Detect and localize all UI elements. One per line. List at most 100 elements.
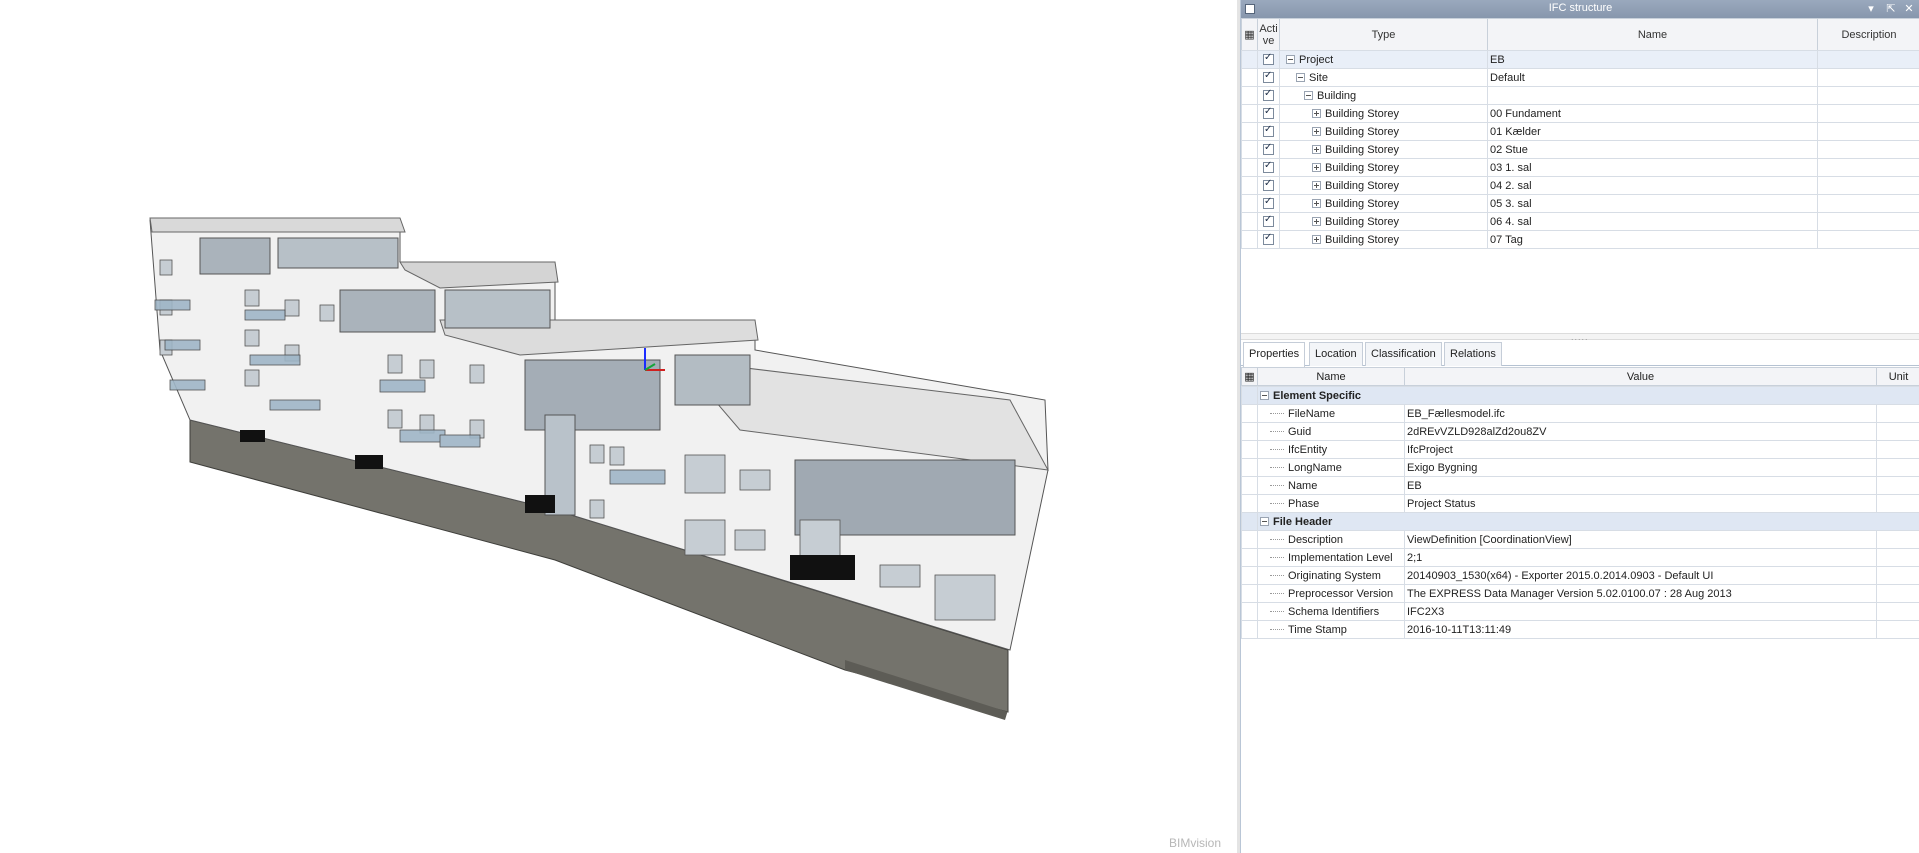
property-value-cell[interactable]: Exigo Bygning bbox=[1404, 458, 1877, 477]
active-cell[interactable] bbox=[1257, 122, 1280, 141]
property-row[interactable]: Implementation Level 2;1 bbox=[1241, 548, 1919, 567]
collapse-icon[interactable] bbox=[1304, 91, 1313, 101]
property-group-row[interactable]: File Header bbox=[1241, 512, 1919, 531]
description-cell[interactable] bbox=[1817, 122, 1919, 141]
property-unit-cell[interactable] bbox=[1875, 476, 1919, 495]
name-cell[interactable]: 07 Tag bbox=[1487, 230, 1818, 249]
description-cell[interactable] bbox=[1817, 50, 1919, 69]
property-unit-cell[interactable] bbox=[1875, 440, 1919, 459]
active-cell[interactable] bbox=[1257, 86, 1280, 105]
name-cell[interactable] bbox=[1487, 86, 1818, 105]
property-value-cell[interactable]: Project Status bbox=[1404, 494, 1877, 513]
active-checkbox[interactable] bbox=[1263, 196, 1274, 210]
column-prop-value[interactable]: Value bbox=[1404, 367, 1877, 386]
description-cell[interactable] bbox=[1817, 194, 1919, 213]
property-name-cell[interactable]: Schema Identifiers bbox=[1257, 602, 1405, 621]
type-cell[interactable]: Building bbox=[1279, 86, 1488, 105]
property-unit-cell[interactable] bbox=[1875, 404, 1919, 423]
active-cell[interactable] bbox=[1257, 104, 1280, 123]
dropdown-icon[interactable]: ▾ bbox=[1864, 1, 1878, 17]
property-row[interactable]: Originating System 20140903_1530(x64) - E… bbox=[1241, 566, 1919, 585]
horizontal-splitter[interactable]: ..... bbox=[1241, 332, 1919, 342]
property-value-cell[interactable]: IfcProject bbox=[1404, 440, 1877, 459]
3d-viewport[interactable]: BIMvision bbox=[0, 0, 1237, 853]
ifc-tree-row[interactable]: Site Default bbox=[1241, 68, 1919, 87]
name-cell[interactable]: 00 Fundament bbox=[1487, 104, 1818, 123]
collapse-icon[interactable] bbox=[1260, 517, 1269, 527]
tab-classification[interactable]: Classification bbox=[1365, 342, 1442, 366]
active-checkbox[interactable] bbox=[1263, 160, 1274, 174]
building-model[interactable] bbox=[0, 0, 1237, 853]
active-cell[interactable] bbox=[1257, 50, 1280, 69]
column-chooser-icon[interactable]: ▦ bbox=[1241, 367, 1258, 386]
property-name-cell[interactable]: Name bbox=[1257, 476, 1405, 495]
description-cell[interactable] bbox=[1817, 230, 1919, 249]
active-cell[interactable] bbox=[1257, 212, 1280, 231]
property-unit-cell[interactable] bbox=[1875, 530, 1919, 549]
type-cell[interactable]: Building Storey bbox=[1279, 230, 1488, 249]
active-checkbox[interactable] bbox=[1263, 142, 1274, 156]
property-unit-cell[interactable] bbox=[1875, 458, 1919, 477]
ifc-tree-row[interactable]: Building Storey 02 Stue bbox=[1241, 140, 1919, 159]
type-cell[interactable]: Building Storey bbox=[1279, 140, 1488, 159]
property-name-cell[interactable]: Implementation Level bbox=[1257, 548, 1405, 567]
ifc-tree-row[interactable]: Project EB bbox=[1241, 50, 1919, 69]
property-row[interactable]: Time Stamp 2016-10-11T13:11:49 bbox=[1241, 620, 1919, 639]
active-cell[interactable] bbox=[1257, 140, 1280, 159]
expand-icon[interactable] bbox=[1312, 199, 1321, 209]
type-cell[interactable]: Building Storey bbox=[1279, 194, 1488, 213]
name-cell[interactable]: 05 3. sal bbox=[1487, 194, 1818, 213]
name-cell[interactable]: Default bbox=[1487, 68, 1818, 87]
name-cell[interactable]: EB bbox=[1487, 50, 1818, 69]
property-unit-cell[interactable] bbox=[1875, 620, 1919, 639]
property-unit-cell[interactable] bbox=[1875, 566, 1919, 585]
active-checkbox[interactable] bbox=[1263, 232, 1274, 246]
column-prop-name[interactable]: Name bbox=[1257, 367, 1405, 386]
expand-icon[interactable] bbox=[1312, 217, 1321, 227]
description-cell[interactable] bbox=[1817, 140, 1919, 159]
property-name-cell[interactable]: Originating System bbox=[1257, 566, 1405, 585]
ifc-tree-row[interactable]: Building Storey 04 2. sal bbox=[1241, 176, 1919, 195]
description-cell[interactable] bbox=[1817, 158, 1919, 177]
expand-icon[interactable] bbox=[1312, 145, 1321, 155]
property-group-row[interactable]: Element Specific bbox=[1241, 386, 1919, 405]
description-cell[interactable] bbox=[1817, 104, 1919, 123]
property-value-cell[interactable]: IFC2X3 bbox=[1404, 602, 1877, 621]
active-cell[interactable] bbox=[1257, 68, 1280, 87]
property-name-cell[interactable]: Preprocessor Version bbox=[1257, 584, 1405, 603]
ifc-tree-row[interactable]: Building bbox=[1241, 86, 1919, 105]
column-description[interactable]: Description bbox=[1817, 18, 1919, 51]
name-cell[interactable]: 02 Stue bbox=[1487, 140, 1818, 159]
active-checkbox[interactable] bbox=[1263, 88, 1274, 102]
description-cell[interactable] bbox=[1817, 86, 1919, 105]
property-unit-cell[interactable] bbox=[1875, 548, 1919, 567]
active-checkbox[interactable] bbox=[1263, 124, 1274, 138]
property-name-cell[interactable]: Phase bbox=[1257, 494, 1405, 513]
tab-relations[interactable]: Relations bbox=[1444, 342, 1502, 366]
close-icon[interactable]: ✕ bbox=[1902, 1, 1916, 17]
tab-location[interactable]: Location bbox=[1309, 342, 1363, 366]
property-value-cell[interactable]: 2016-10-11T13:11:49 bbox=[1404, 620, 1877, 639]
property-name-cell[interactable]: Guid bbox=[1257, 422, 1405, 441]
description-cell[interactable] bbox=[1817, 68, 1919, 87]
active-cell[interactable] bbox=[1257, 230, 1280, 249]
column-type[interactable]: Type bbox=[1279, 18, 1488, 51]
column-name[interactable]: Name bbox=[1487, 18, 1818, 51]
expand-icon[interactable] bbox=[1312, 127, 1321, 137]
property-row[interactable]: FileName EB_Fællesmodel.ifc bbox=[1241, 404, 1919, 423]
expand-icon[interactable] bbox=[1312, 109, 1321, 119]
type-cell[interactable]: Building Storey bbox=[1279, 122, 1488, 141]
property-row[interactable]: Name EB bbox=[1241, 476, 1919, 495]
ifc-tree-row[interactable]: Building Storey 05 3. sal bbox=[1241, 194, 1919, 213]
property-row[interactable]: Phase Project Status bbox=[1241, 494, 1919, 513]
active-cell[interactable] bbox=[1257, 176, 1280, 195]
property-value-cell[interactable]: EB bbox=[1404, 476, 1877, 495]
property-value-cell[interactable]: ViewDefinition [CoordinationView] bbox=[1404, 530, 1877, 549]
property-value-cell[interactable]: EB_Fællesmodel.ifc bbox=[1404, 404, 1877, 423]
property-row[interactable]: LongName Exigo Bygning bbox=[1241, 458, 1919, 477]
column-prop-unit[interactable]: Unit bbox=[1876, 367, 1919, 386]
active-checkbox[interactable] bbox=[1263, 70, 1274, 84]
active-checkbox[interactable] bbox=[1263, 178, 1274, 192]
name-cell[interactable]: 03 1. sal bbox=[1487, 158, 1818, 177]
pin-icon[interactable]: ⇱ bbox=[1884, 1, 1898, 17]
